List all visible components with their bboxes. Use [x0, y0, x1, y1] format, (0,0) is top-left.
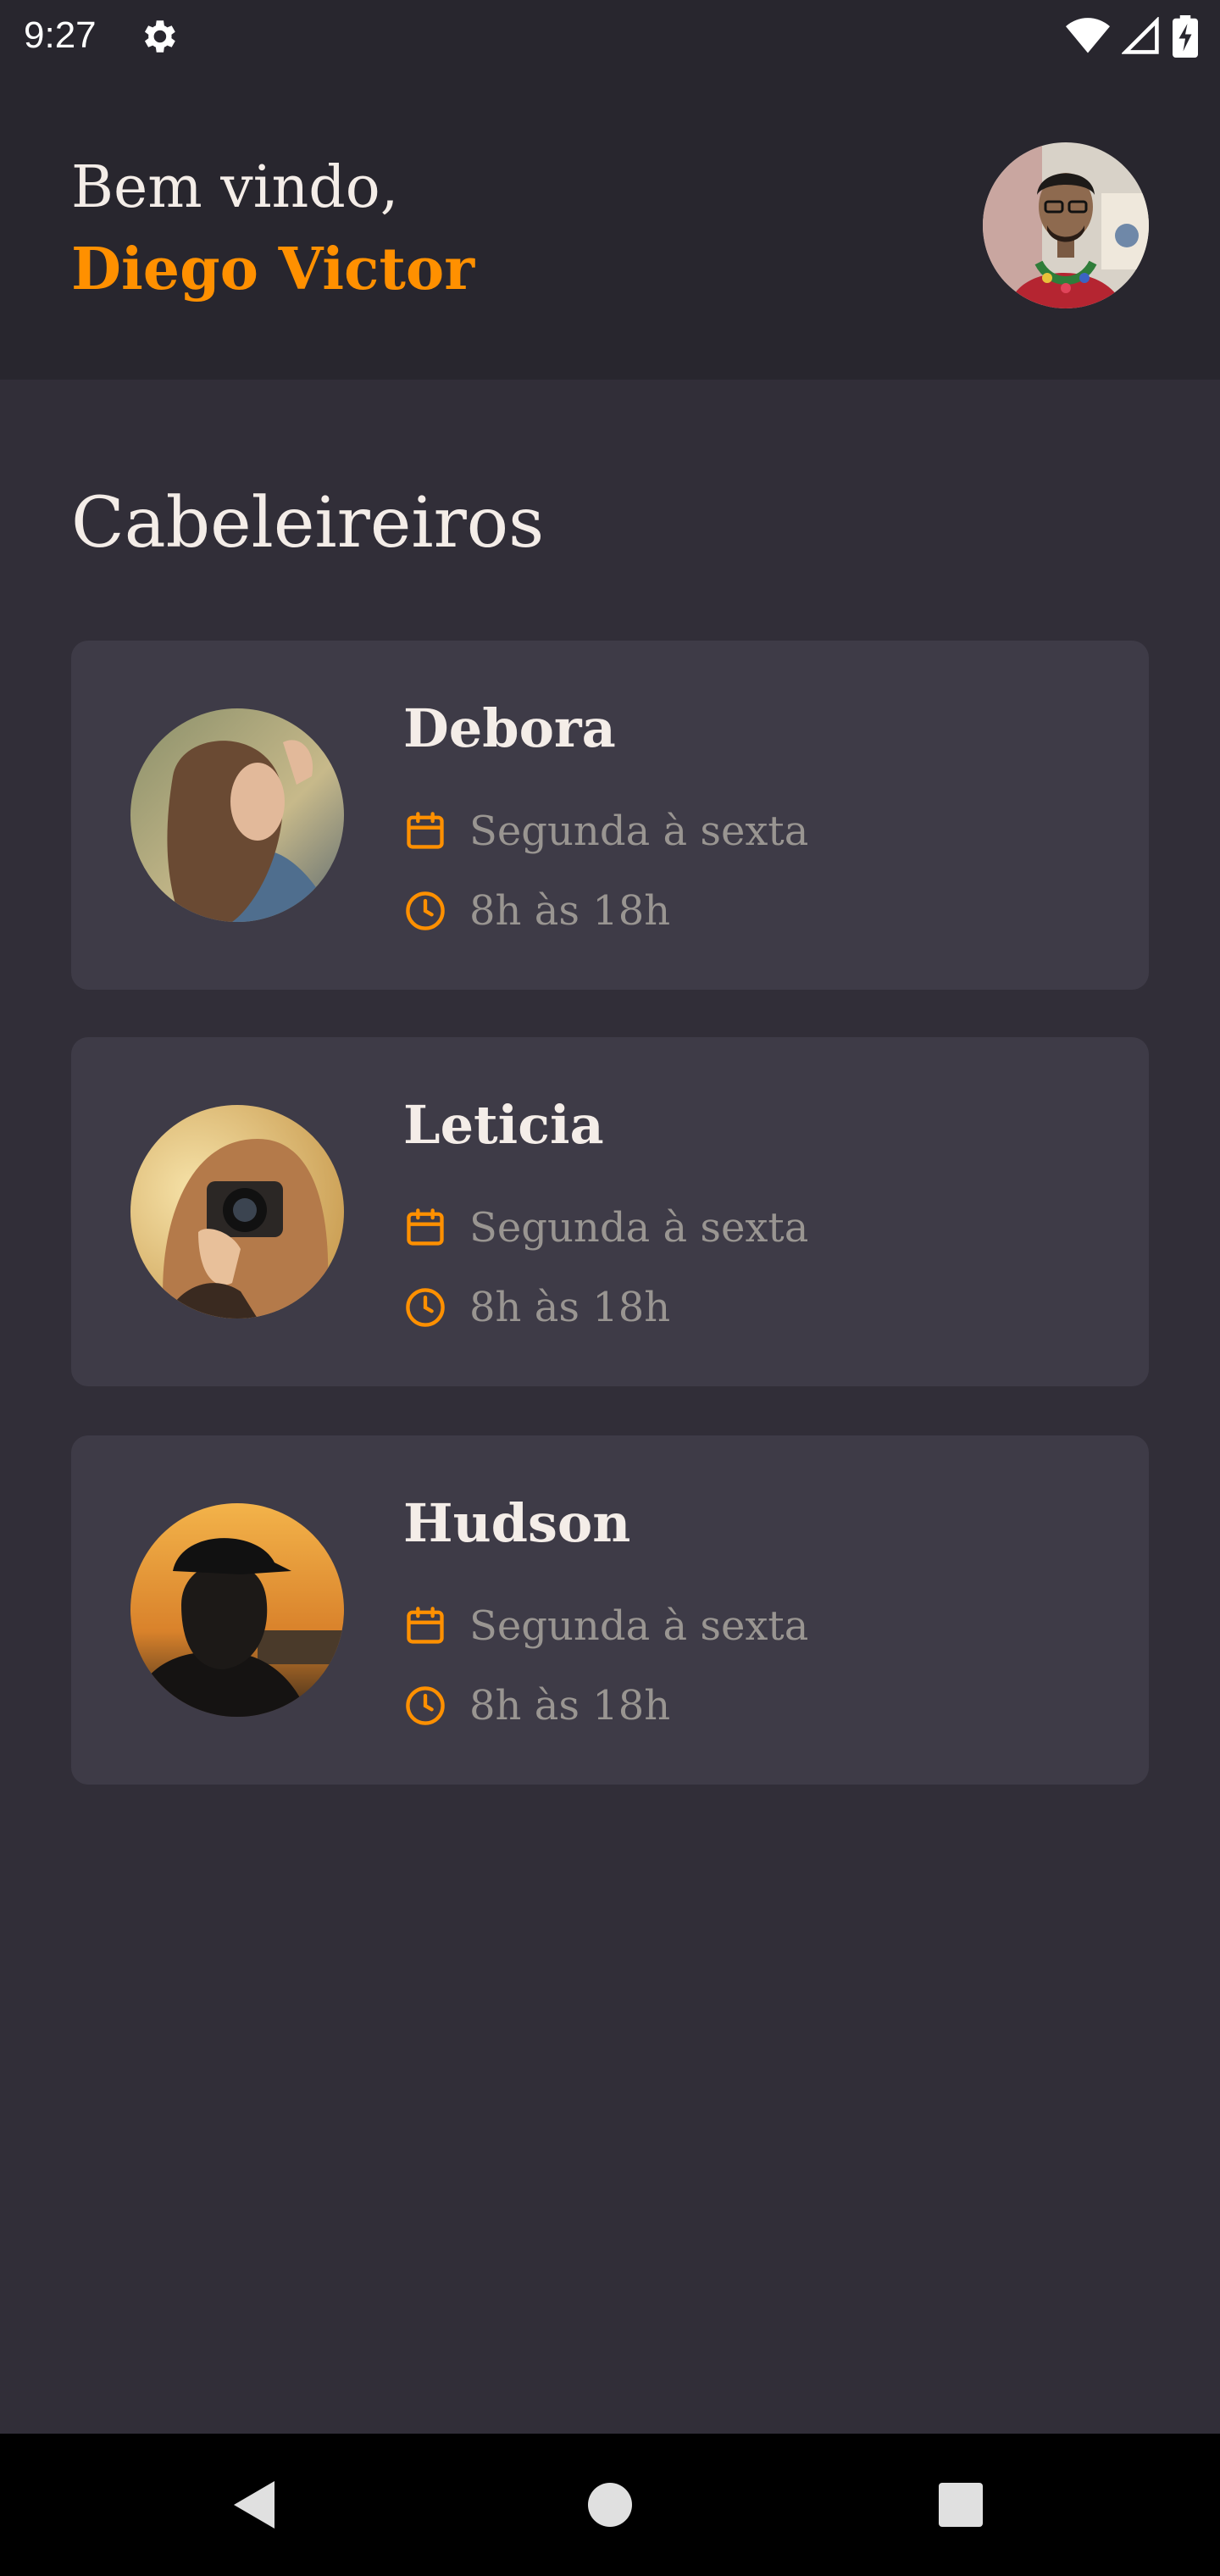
provider-days-row: Segunda à sexta — [403, 1596, 808, 1656]
provider-avatar — [130, 1105, 344, 1319]
leticia-photo — [130, 1105, 344, 1319]
provider-avatar — [130, 708, 344, 922]
calendar-icon — [407, 1208, 444, 1246]
provider-card-hudson[interactable]: Hudson Segunda à sexta 8h às 18h — [71, 1435, 1149, 1785]
provider-hours-row: 8h às 18h — [403, 1676, 670, 1735]
provider-name: Hudson — [403, 1492, 631, 1554]
wifi-icon — [1066, 18, 1110, 53]
welcome-text: Bem vindo, — [71, 154, 399, 221]
provider-card-debora[interactable]: Debora Segunda à sexta 8h às 18h — [71, 641, 1149, 990]
user-name[interactable]: Diego Victor — [71, 232, 474, 307]
clock-icon — [406, 1288, 445, 1327]
signal-icon — [1122, 17, 1159, 54]
profile-photo — [983, 142, 1149, 308]
app-screen: 9:27 Bem vindo, Diego Victor Cabeleireir… — [0, 0, 1220, 2576]
header: Bem vindo, Diego Victor — [0, 71, 1220, 380]
clock-icon — [406, 1686, 445, 1725]
provider-avatar — [130, 1503, 344, 1717]
gear-icon — [144, 20, 175, 53]
system-nav-bar — [0, 2434, 1220, 2576]
provider-name: Leticia — [403, 1094, 604, 1156]
calendar-icon — [407, 812, 444, 849]
provider-hours-row: 8h às 18h — [403, 1278, 670, 1337]
clock-icon — [406, 891, 445, 930]
battery-charging-icon — [1173, 15, 1198, 58]
provider-name: Debora — [403, 697, 616, 759]
provider-days-row: Segunda à sexta — [403, 1198, 808, 1257]
provider-days-row: Segunda à sexta — [403, 802, 808, 861]
provider-hours: 8h às 18h — [469, 887, 671, 935]
recents-icon[interactable] — [927, 2471, 995, 2539]
provider-hours: 8h às 18h — [469, 1682, 671, 1729]
hudson-photo — [130, 1503, 344, 1717]
section-title: Cabeleireiros — [71, 483, 545, 564]
back-icon[interactable] — [220, 2471, 288, 2539]
home-icon[interactable] — [576, 2471, 644, 2539]
provider-hours-row: 8h às 18h — [403, 881, 670, 941]
status-time: 9:27 — [24, 14, 97, 56]
provider-card-leticia[interactable]: Leticia Segunda à sexta 8h às 18h — [71, 1037, 1149, 1386]
provider-days: Segunda à sexta — [469, 808, 809, 855]
calendar-icon — [407, 1607, 444, 1644]
status-bar: 9:27 — [0, 0, 1220, 71]
status-icons — [1066, 15, 1198, 58]
debora-photo — [130, 708, 344, 922]
provider-hours: 8h às 18h — [469, 1284, 671, 1331]
provider-days: Segunda à sexta — [469, 1204, 809, 1252]
provider-days: Segunda à sexta — [469, 1602, 809, 1650]
profile-avatar[interactable] — [983, 142, 1149, 308]
